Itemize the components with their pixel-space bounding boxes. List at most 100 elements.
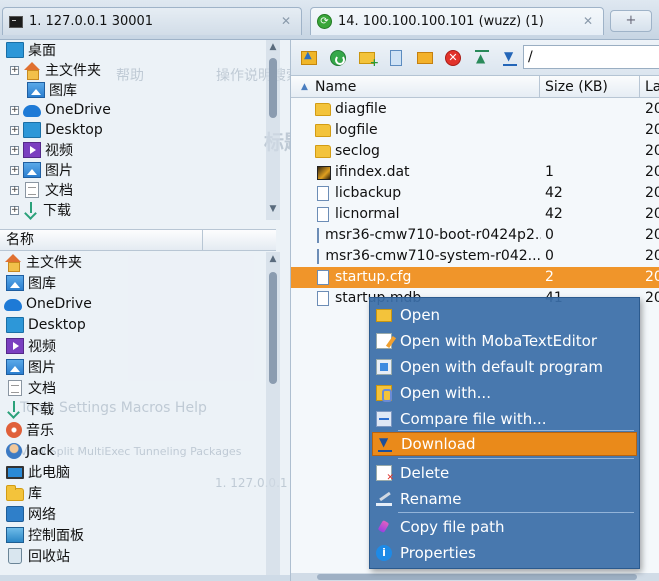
list-scrollbar[interactable]: ▲ (266, 252, 280, 575)
menu-item-open[interactable]: Open (372, 303, 637, 327)
list-item[interactable]: 此电脑 (6, 462, 70, 482)
menu-item-label: Compare file with... (400, 410, 547, 428)
tree-item-documents[interactable]: + 文档 (0, 180, 73, 200)
tree-item-label: 文档 (45, 183, 73, 199)
list-column-header[interactable]: 名称 (0, 229, 276, 251)
menu-item-delete[interactable]: Delete (372, 461, 637, 485)
file-row[interactable]: licbackup 42 20 (291, 183, 659, 204)
file-name: licbackup (335, 185, 402, 201)
scroll-up-icon[interactable]: ▲ (266, 42, 280, 52)
list-item-label: 此电脑 (28, 465, 70, 481)
file-icon (317, 249, 320, 264)
expand-icon[interactable]: + (10, 125, 19, 135)
local-file-panel: 帮助 操作说明搜索 标题 Tools Settings Macros Help … (0, 40, 290, 581)
upload-button[interactable] (472, 48, 492, 68)
expand-icon[interactable]: + (10, 165, 19, 175)
file-name: licnormal (335, 206, 400, 222)
column-header-name[interactable]: Name (315, 76, 356, 98)
delete-button[interactable]: ✕ (443, 48, 463, 68)
file-list-horizontal-scrollbar[interactable] (291, 573, 659, 581)
file-date: 20 (645, 143, 659, 159)
expand-icon[interactable]: + (10, 65, 19, 75)
file-row[interactable]: logfile 20 (291, 120, 659, 141)
file-row[interactable]: seclog 20 (291, 141, 659, 162)
menu-item-rename[interactable]: Rename (372, 487, 637, 511)
tree-item-videos[interactable]: + 视频 (0, 140, 73, 160)
file-date: 20 (645, 206, 659, 222)
tree-item-gallery[interactable]: 图库 (0, 80, 77, 100)
tree-scrollbar[interactable]: ▲ ▼ (266, 40, 280, 220)
refresh-button[interactable] (328, 48, 348, 68)
list-item-label: Jack (26, 443, 55, 459)
tree-root-desktop[interactable]: 桌面 (0, 40, 56, 60)
menu-item-label: Delete (400, 464, 450, 482)
tab-local-terminal[interactable]: 1. 127.0.0.1 30001 ✕ (2, 7, 302, 35)
column-header-size[interactable]: Size (KB) (545, 76, 608, 98)
scroll-up-icon[interactable]: ▲ (266, 254, 280, 264)
file-row[interactable]: msr36-cmw710-boot-r0424p2... 0 20 (291, 225, 659, 246)
column-header-last-modified[interactable]: La (645, 76, 659, 98)
list-item[interactable]: 库 (6, 483, 42, 503)
file-row[interactable]: ifindex.dat 1 20 (291, 162, 659, 183)
tree-item-label: 图片 (45, 163, 73, 179)
list-item-label: 文档 (28, 381, 56, 397)
list-item-label: 图片 (28, 360, 56, 376)
expand-icon[interactable]: + (10, 105, 19, 115)
list-item[interactable]: 主文件夹 (4, 252, 82, 272)
list-item[interactable]: 图库 (6, 273, 56, 293)
list-item[interactable]: 控制面板 (6, 525, 84, 545)
menu-item-download[interactable]: Download (372, 432, 637, 456)
tree-item-desktop[interactable]: + Desktop (0, 120, 103, 140)
scrollbar-thumb[interactable] (317, 574, 637, 580)
list-item[interactable]: 视频 (6, 336, 56, 356)
tree-item-onedrive[interactable]: + OneDrive (0, 100, 111, 120)
list-item[interactable]: OneDrive (4, 294, 92, 314)
open-with-icon (376, 385, 392, 402)
close-icon[interactable]: ✕ (279, 14, 293, 28)
file-row[interactable]: diagfile 20 (291, 99, 659, 120)
list-horizontal-scrollbar[interactable] (0, 575, 290, 581)
list-item[interactable]: 音乐 (6, 420, 54, 440)
file-name: seclog (335, 143, 380, 159)
tree-item-pictures[interactable]: + 图片 (0, 160, 73, 180)
list-item[interactable]: 下载 (6, 399, 54, 419)
scroll-down-icon[interactable]: ▼ (266, 204, 280, 214)
scrollbar-thumb[interactable] (269, 58, 277, 118)
close-icon[interactable]: ✕ (581, 14, 595, 28)
list-item[interactable]: 图片 (6, 357, 56, 377)
tree-item-home[interactable]: + 主文件夹 (0, 60, 101, 80)
list-item[interactable]: 回收站 (6, 546, 70, 566)
file-row[interactable]: msr36-cmw710-system-r042... 0 20 (291, 246, 659, 267)
open-folder-button[interactable] (415, 48, 435, 68)
new-file-icon (390, 50, 402, 66)
remote-path-input[interactable]: / (523, 45, 659, 69)
new-folder-button[interactable] (357, 48, 379, 69)
scrollbar-thumb[interactable] (269, 272, 277, 384)
menu-item-compare-file-with[interactable]: Compare file with... (372, 407, 637, 431)
list-item[interactable]: 文档 (6, 378, 56, 398)
menu-item-open-with-default-program[interactable]: Open with default program (372, 355, 637, 379)
tab-sftp-session[interactable]: ⟳ 14. 100.100.100.101 (wuzz) (1) ✕ (310, 7, 604, 35)
menu-item-open-with[interactable]: Open with... (372, 381, 637, 405)
menu-item-open-with-mobatexteditor[interactable]: Open with MobaTextEditor (372, 329, 637, 353)
menu-separator (398, 458, 634, 459)
download-button[interactable] (500, 48, 520, 68)
list-item-label: 控制面板 (28, 528, 84, 544)
new-file-button[interactable] (386, 48, 406, 68)
file-row-selected[interactable]: startup.cfg 2 20 (291, 267, 659, 288)
expand-icon[interactable]: + (10, 145, 19, 155)
parent-directory-button[interactable] (299, 48, 319, 68)
download-icon (23, 202, 39, 218)
tree-item-downloads[interactable]: + 下载 (0, 200, 71, 220)
expand-icon[interactable]: + (10, 205, 19, 215)
list-item[interactable]: Desktop (6, 315, 86, 335)
file-list-header: ▲ Name Size (KB) La (291, 76, 659, 98)
new-tab-button[interactable]: + (610, 10, 652, 32)
menu-item-properties[interactable]: i Properties (372, 541, 637, 565)
copy-path-icon (376, 519, 392, 535)
file-row[interactable]: licnormal 42 20 (291, 204, 659, 225)
list-item[interactable]: Jack (6, 441, 55, 461)
list-item[interactable]: 网络 (6, 504, 56, 524)
menu-item-copy-file-path[interactable]: Copy file path (372, 515, 637, 539)
expand-icon[interactable]: + (10, 185, 19, 195)
